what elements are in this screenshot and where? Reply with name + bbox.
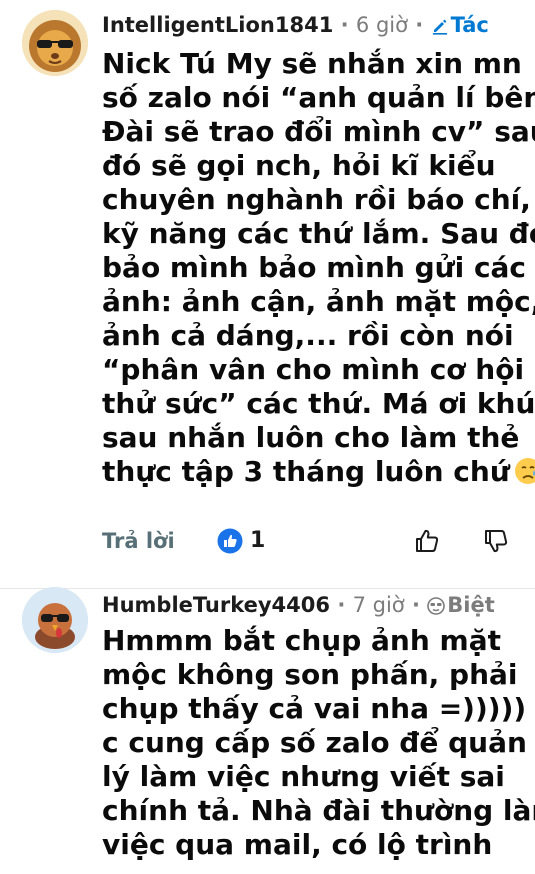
lion-avatar[interactable]: [22, 10, 88, 76]
timestamp: 6 giờ: [355, 13, 408, 37]
username[interactable]: HumbleTurkey4406: [102, 593, 330, 617]
comment-line: Đài sẽ trao đổi mình cv” sau: [102, 115, 535, 148]
lion-sunglasses-icon: [22, 10, 88, 76]
award-icon[interactable]: [217, 528, 243, 554]
turkey-avatar[interactable]: [22, 587, 88, 653]
comment-line: việc qua mail, có lộ trình: [102, 828, 493, 861]
comment-line: lý làm việc nhưng viết sai: [102, 760, 505, 793]
separator-dot: ·: [340, 13, 349, 37]
thumbs-down-icon[interactable]: [482, 527, 510, 555]
comment-line: ảnh: ảnh cận, ảnh mặt mộc,: [102, 285, 535, 318]
reply-button[interactable]: Trả lời: [102, 525, 175, 557]
user-flair: Biệt: [447, 593, 495, 617]
separator-dot: ·: [337, 593, 346, 617]
comment-line: chuyên nghành rồi báo chí,: [102, 183, 531, 216]
user-flair: Tác: [450, 13, 489, 37]
comment-body: Nick Tú My sẽ nhắn xin mn số zalo nói “a…: [102, 47, 535, 489]
comment-line: kỹ năng các thứ lắm. Sau đó: [102, 217, 535, 250]
comment-line-last: thực tập 3 tháng luôn chứ: [102, 455, 535, 489]
turkey-sunglasses-icon: [22, 587, 88, 653]
comment-body: Hmmm bắt chụp ảnh mặt mộc không son phấn…: [102, 624, 535, 862]
sunglasses-face-icon: [427, 593, 446, 623]
comment-line: đó sẽ gọi nch, hỏi kĩ kiểu: [102, 149, 496, 182]
comment-actions: Trả lời 1: [102, 525, 522, 557]
comment-divider: [0, 588, 535, 589]
comment-line: Hmmm bắt chụp ảnh mặt: [102, 624, 501, 657]
comment-line-text: thực tập 3 tháng luôn chứ: [102, 455, 510, 488]
comment-line: c cung cấp số zalo để quản: [102, 726, 527, 759]
comment-line: số zalo nói “anh quản lí bên: [102, 81, 535, 114]
comment-line: “phân vân cho mình cơ hội: [102, 353, 525, 386]
comment-line: bảo mình bảo mình gửi các: [102, 251, 527, 284]
comment-line: thử sức” các thứ. Má ơi khúc: [102, 387, 535, 420]
comment-thread: IntelligentLion1841 · 6 giờ · Tác Nick T…: [0, 0, 535, 874]
separator-dot: ·: [415, 13, 424, 37]
username[interactable]: IntelligentLion1841: [102, 13, 333, 37]
thumbs-up-icon[interactable]: [413, 527, 441, 555]
comment-line: mộc không son phấn, phải: [102, 658, 518, 691]
comment-line: sau nhắn luôn cho làm thẻ: [102, 421, 520, 454]
comment-meta: HumbleTurkey4406 · 7 giờ · Biệt: [102, 590, 495, 623]
comment-line: chính tả. Nhà đài thường làm: [102, 794, 535, 827]
comment-line: Nick Tú My sẽ nhắn xin mn: [102, 47, 522, 80]
comment-meta: IntelligentLion1841 · 6 giờ · Tác: [102, 10, 489, 43]
comment-line: ảnh cả dáng,... rồi còn nói: [102, 319, 514, 352]
comment-line: chụp thấy cả vai nha =))))) y/: [102, 692, 535, 725]
award-count: 1: [250, 528, 266, 553]
crying-face-emoji-icon: [514, 457, 535, 485]
pencil-icon: [431, 13, 449, 43]
timestamp: 7 giờ: [352, 593, 405, 617]
separator-dot: ·: [411, 593, 420, 617]
